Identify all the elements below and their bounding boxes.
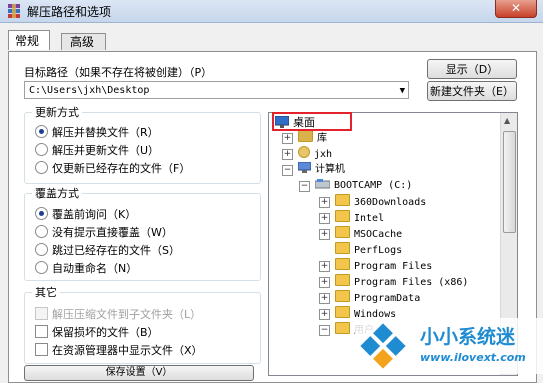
- expand-icon[interactable]: +: [319, 309, 330, 320]
- tree-item-folder[interactable]: Intel: [335, 210, 384, 226]
- expand-icon[interactable]: +: [319, 261, 330, 272]
- target-path-combobox[interactable]: C:\Users\jxh\Desktop ▼: [24, 81, 409, 99]
- tree-item-user[interactable]: jxh: [298, 146, 332, 162]
- expand-icon[interactable]: +: [282, 133, 293, 144]
- radio-icon: [35, 161, 48, 174]
- expand-icon[interactable]: +: [319, 277, 330, 288]
- computer-icon: [297, 161, 312, 173]
- tree-item-computer[interactable]: 计算机: [297, 161, 345, 178]
- checkbox-extract-to-subfolders[interactable]: 解压压缩文件到子文件夹（L）: [35, 306, 201, 321]
- expand-icon[interactable]: +: [319, 293, 330, 304]
- radio-update[interactable]: 解压并更新文件（U）: [35, 142, 159, 157]
- checkbox-icon: [35, 325, 48, 338]
- expand-icon[interactable]: +: [319, 197, 330, 208]
- radio-icon: [35, 143, 48, 156]
- checkbox-label: 保留损坏的文件（B）: [52, 326, 159, 339]
- tree-item-libraries[interactable]: 库: [298, 130, 327, 146]
- tree-item-label: PerfLogs: [354, 245, 403, 256]
- scrollbar-thumb[interactable]: [503, 131, 516, 233]
- show-button[interactable]: 显示（D）: [427, 59, 517, 79]
- tree-item-folder[interactable]: PerfLogs: [335, 242, 402, 258]
- checkbox-show-in-explorer[interactable]: 在资源管理器中显示文件（X）: [35, 342, 203, 357]
- radio-skip-existing[interactable]: 跳过已经存在的文件（S）: [35, 242, 180, 257]
- tree-item-label: jxh: [314, 149, 333, 160]
- tree-item-label: Program Files: [354, 261, 433, 272]
- user-icon: [298, 146, 310, 158]
- radio-label: 跳过已经存在的文件（S）: [52, 244, 180, 257]
- overwrite-mode-title: 覆盖方式: [32, 185, 82, 201]
- collapse-icon[interactable]: −: [282, 165, 293, 176]
- target-path-value: C:\Users\jxh\Desktop: [29, 85, 150, 96]
- radio-replace[interactable]: 解压并替换文件（R）: [35, 124, 159, 139]
- tree-item-folder[interactable]: Program Files: [335, 258, 432, 274]
- radio-icon: [35, 225, 48, 238]
- expand-icon[interactable]: +: [319, 229, 330, 240]
- library-icon: [298, 130, 313, 142]
- tree-item-folder[interactable]: MSOCache: [335, 226, 402, 242]
- selection-highlight-box: [272, 112, 352, 131]
- checkbox-label: 在资源管理器中显示文件（X）: [52, 344, 203, 357]
- target-path-label: 目标路径（如果不存在将被创建）（P）: [24, 66, 213, 79]
- close-icon: ✕: [510, 1, 522, 15]
- expand-icon[interactable]: +: [319, 213, 330, 224]
- tree-item-label: 计算机: [315, 164, 345, 175]
- drive-icon: [314, 179, 331, 189]
- radio-label: 仅更新已经存在的文件（F）: [52, 162, 191, 175]
- folder-icon: [335, 258, 350, 270]
- tab-general[interactable]: 常规: [8, 30, 50, 50]
- collapse-icon[interactable]: −: [299, 181, 310, 192]
- new-folder-button[interactable]: 新建文件夹（E）: [427, 81, 517, 101]
- checkbox-label: 解压压缩文件到子文件夹（L）: [52, 308, 202, 321]
- radio-fresh-existing[interactable]: 仅更新已经存在的文件（F）: [35, 160, 190, 175]
- scroll-up-icon[interactable]: ▲: [504, 116, 510, 125]
- tree-item-label: 360Downloads: [354, 197, 427, 208]
- tab-advanced[interactable]: 高级: [61, 33, 106, 50]
- expand-icon[interactable]: +: [282, 149, 293, 160]
- tree-item-folder[interactable]: Program Files (x86): [335, 274, 468, 290]
- radio-label: 解压并更新文件（U）: [52, 144, 160, 157]
- save-settings-button[interactable]: 保存设置（V）: [24, 365, 254, 381]
- title-bar: 解压路径和选项: [0, 0, 543, 23]
- radio-selected-icon: [35, 207, 48, 220]
- misc-title: 其它: [32, 284, 60, 300]
- tree-item-label: MSOCache: [354, 229, 403, 240]
- radio-overwrite-without-prompt[interactable]: 没有提示直接覆盖（W）: [35, 224, 173, 239]
- winrar-app-icon: [8, 4, 20, 18]
- checkbox-keep-broken-files[interactable]: 保留损坏的文件（B）: [35, 324, 159, 339]
- folder-icon: [335, 290, 350, 302]
- folder-icon: [335, 210, 350, 222]
- tree-item-label: Program Files (x86): [354, 277, 469, 288]
- update-mode-title: 更新方式: [32, 104, 82, 120]
- window-title: 解压路径和选项: [27, 5, 112, 19]
- tree-item-drive-c[interactable]: BOOTCAMP (C:): [314, 178, 413, 194]
- close-button[interactable]: ✕: [495, 0, 537, 18]
- tree-item-label: 库: [317, 133, 327, 144]
- radio-icon: [35, 261, 48, 274]
- tree-item-label: ProgramData: [354, 293, 421, 304]
- radio-label: 自动重命名（N）: [52, 262, 138, 275]
- radio-label: 覆盖前询问（K）: [52, 208, 137, 221]
- folder-icon: [335, 274, 350, 286]
- tree-item-folder[interactable]: ProgramData: [335, 290, 420, 306]
- radio-icon: [35, 243, 48, 256]
- radio-selected-icon: [35, 125, 48, 138]
- folder-icon: [335, 194, 350, 206]
- watermark-name: 小小系统迷: [420, 326, 516, 348]
- checkbox-icon: [35, 343, 48, 356]
- radio-auto-rename[interactable]: 自动重命名（N）: [35, 260, 137, 275]
- watermark-url: www.ilovext.com: [420, 351, 526, 364]
- folder-icon: [335, 242, 350, 254]
- tree-item-folder[interactable]: 360Downloads: [335, 194, 426, 210]
- radio-ask-before-overwrite[interactable]: 覆盖前询问（K）: [35, 206, 136, 221]
- folder-icon: [335, 306, 350, 318]
- folder-icon: [335, 226, 350, 238]
- checkbox-icon: [35, 307, 48, 320]
- tree-item-label: Intel: [354, 213, 385, 224]
- folder-icon: [335, 322, 350, 334]
- collapse-icon[interactable]: −: [319, 325, 330, 336]
- dropdown-arrow-icon[interactable]: ▼: [400, 82, 405, 100]
- tree-item-label: BOOTCAMP (C:): [334, 180, 413, 191]
- radio-label: 没有提示直接覆盖（W）: [52, 226, 173, 239]
- radio-label: 解压并替换文件（R）: [52, 126, 159, 139]
